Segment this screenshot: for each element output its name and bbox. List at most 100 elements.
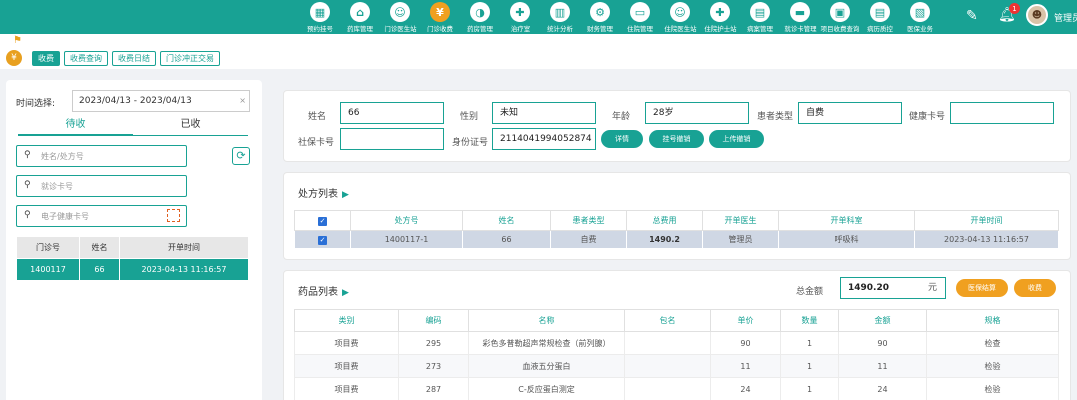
tab-charge[interactable]: 收费 [32,51,60,66]
nav-item[interactable]: ▤ 病历质控 [860,0,900,34]
play-icon: ▶ [342,288,349,298]
checkbox-icon: ✓ [318,216,327,226]
table-row[interactable]: ✓ 1400117-1 66 自费 1490.2 管理员 呼吸科 2023-04… [294,230,1059,249]
nav-label: 药房管理 [467,25,493,33]
edit-icon[interactable]: ✎ [966,8,978,24]
table-row[interactable]: 项目费 295 彩色多普勒超声常规检查（前列腺） 90 1 90 检查 [294,331,1059,355]
col-header: 开单医生 [702,210,779,231]
table-row[interactable]: 项目费 273 血液五分蛋白 11 1 11 检验 [294,354,1059,378]
col-header: 开单时间 [914,210,1059,231]
nav-item[interactable]: ✚ 住院护士站 [700,0,740,34]
nav-label: 药库管理 [347,25,373,33]
scan-icon[interactable] [167,209,180,222]
nav-item[interactable]: ▣ 项目收费查询 [820,0,860,34]
nav-item[interactable]: ▧ 医保业务 [900,0,940,34]
col-header: 患者类型 [550,210,627,231]
nav-item[interactable]: ▤ 病案管理 [740,0,780,34]
nav-label: 医保业务 [907,25,933,33]
date-range-input[interactable]: 2023/04/13 - 2023/04/13 × [72,90,250,112]
charge-button[interactable]: 收费 [1014,279,1056,297]
nav-item[interactable]: ▥ 统计分析 [540,0,580,34]
table-cell: 血液五分蛋白 [468,354,625,378]
prescription-title: 处方列表 ▶ [298,185,349,200]
chart-icon: ▥ [550,2,570,22]
table-row[interactable]: 1400117 66 2023-04-13 11:16:57 [16,258,249,281]
tab-reversal[interactable]: 门诊冲正交易 [160,51,220,66]
nav-item[interactable]: ▭ 住院管理 [620,0,660,34]
table-row[interactable]: 项目费 287 C-反应蛋白测定 24 1 24 检验 [294,377,1059,400]
avatar[interactable]: ☻ [1026,4,1048,26]
nav-label: 项目收费查询 [820,25,860,33]
nav-label: 治疗室 [510,25,530,33]
drug-table: 类别 编码 名称 包名 单价 数量 金额 规格 项目费 295 彩色多普勒超声常规检… [294,309,1059,400]
table-cell: 90 [838,331,927,355]
nav-label: 住院医生站 [663,25,697,33]
nav-item[interactable]: ⌂ 药库管理 [340,0,380,34]
age-field[interactable]: 28岁 [645,102,749,124]
col-header: 开单科室 [778,210,915,231]
tab-pending[interactable]: 待收 [18,114,133,136]
gear-icon: ⚙ [590,2,610,22]
nav-item[interactable]: ✚ 治疗室 [500,0,540,34]
nav-label: 病案管理 [747,25,773,33]
table-cell: 11 [710,354,781,378]
name-search-placeholder: 姓名/处方号 [41,152,84,161]
age-label: 年龄 [612,112,631,122]
select-all-checkbox[interactable]: ✓ [294,210,351,231]
patient-type-label: 患者类型 [757,112,794,122]
clear-icon[interactable]: × [239,91,246,111]
health-card-field[interactable] [950,102,1054,124]
pill-icon: ◑ [470,2,490,22]
sub-tabs: 收费 收费查询 收费日结 门诊冲正交易 [32,51,220,66]
col-header: 规格 [926,309,1059,332]
calendar-icon: ▦ [310,2,330,22]
nav-item[interactable]: ☺ 门诊医生站 [380,0,420,34]
drug-panel: 药品列表 ▶ 总金额 1490.20 元 医保结算 收费 类别 编码 名称 包名 … [283,270,1071,400]
nav-item[interactable]: ⚙ 财务管理 [580,0,620,34]
yen-icon: ¥ [430,2,450,22]
card-search-input[interactable]: ⚲ 就诊卡号 [16,175,187,197]
house-icon: ⌂ [350,2,370,22]
row-checkbox[interactable]: ✓ [294,230,351,249]
total-amount-field[interactable]: 1490.20 元 [840,277,946,299]
drug-title: 药品列表 ▶ [298,283,349,298]
id-number-field[interactable]: 2114041994052874 [492,128,596,150]
nav-item[interactable]: ▦ 预约挂号 [300,0,340,34]
nav-item[interactable]: ☺ 住院医生站 [660,0,700,34]
si-card-field[interactable] [340,128,444,150]
name-field[interactable]: 66 [340,102,444,124]
prescription-panel: 处方列表 ▶ ✓ 处方号 姓名 患者类型 总费用 开单医生 开单科室 开单时间 ✓… [283,172,1071,260]
nav-item[interactable]: ▬ 就诊卡管理 [780,0,820,34]
col-header: 名称 [468,309,625,332]
table-cell: 66 [462,230,551,249]
gender-field[interactable]: 未知 [492,102,596,124]
detail-button[interactable]: 详情 [601,130,643,148]
doctor-icon: ☺ [670,2,690,22]
nav-item[interactable]: ◑ 药房管理 [460,0,500,34]
patient-info-panel: 姓名 66 性别 未知 年龄 28岁 患者类型 自费 健康卡号 社保卡号 身份证… [283,90,1071,162]
nav-label: 门诊收费 [427,25,453,33]
tab-charge-query[interactable]: 收费查询 [64,51,108,66]
cancel-registration-button[interactable]: 挂号撤销 [649,130,704,148]
clipboard-icon: ▤ [870,2,890,22]
username[interactable]: 管理员 [1054,11,1077,24]
nav-item[interactable]: ¥ 门诊收费 [420,0,460,34]
upload-cancel-button[interactable]: 上传撤销 [709,130,764,148]
card-icon: ▬ [790,2,810,22]
folder-icon: ▤ [750,2,770,22]
insurance-settle-button[interactable]: 医保结算 [956,279,1008,297]
table-cell: 项目费 [294,377,399,400]
ehealth-search-placeholder: 电子健康卡号 [41,212,89,221]
pending-table: 门诊号 姓名 开单时间 1400117 66 2023-04-13 11:16:… [16,236,249,281]
ehealth-search-input[interactable]: ⚲ 电子健康卡号 [16,205,187,227]
refresh-icon[interactable]: ⟳ [232,147,250,165]
nav-label: 住院管理 [627,25,653,33]
table-cell: 项目费 [294,354,399,378]
tab-daily-settlement[interactable]: 收费日结 [112,51,156,66]
tab-done[interactable]: 已收 [133,114,248,136]
name-search-input[interactable]: ⚲ 姓名/处方号 [16,145,187,167]
nav-label: 就诊卡管理 [783,25,817,33]
patient-type-field[interactable]: 自费 [798,102,902,124]
nav-label: 住院护士站 [703,25,737,33]
prescription-title-text: 处方列表 [298,189,338,200]
